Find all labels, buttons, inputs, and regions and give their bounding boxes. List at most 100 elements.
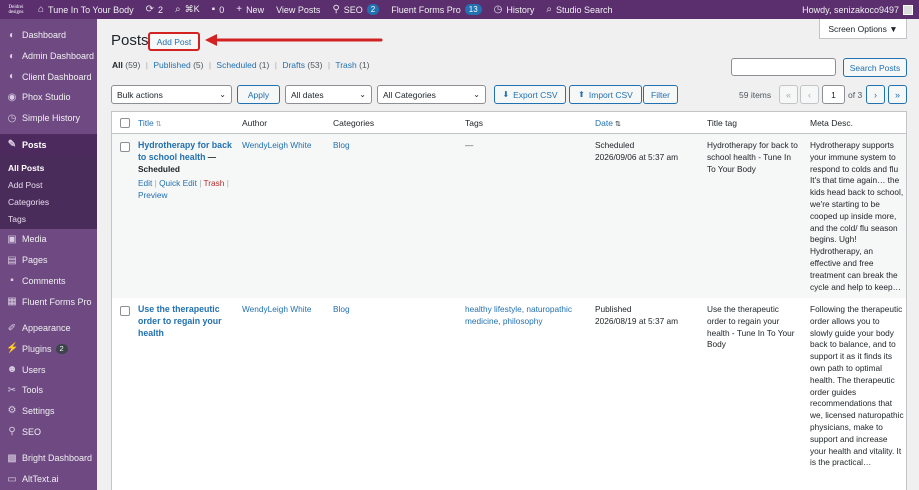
submenu-all-posts[interactable]: All Posts	[0, 159, 97, 176]
comments-link[interactable]: ▪ 0	[206, 0, 231, 19]
pages-icon: ▤	[7, 254, 17, 266]
account-menu[interactable]: Howdy, senizakoco9497	[796, 0, 919, 19]
filter-button[interactable]: Filter	[643, 85, 678, 104]
search-input[interactable]	[731, 58, 836, 76]
sort-icon: ⇅	[155, 121, 162, 128]
history-link[interactable]: ◷ History	[488, 0, 541, 19]
author-link[interactable]: WendyLeigh White	[242, 304, 330, 316]
export-csv-button[interactable]: ⬇ Export CSV	[494, 85, 566, 104]
filter-all[interactable]: All (59)	[112, 60, 140, 70]
edit-link[interactable]: Edit	[138, 178, 152, 188]
filter-trash[interactable]: Trash (1)	[335, 60, 369, 70]
sidebar-item-admin-dashboard[interactable]: ◐ Admin Dashboard	[0, 46, 97, 67]
sidebar-item-seo[interactable]: ⚲ SEO	[0, 421, 97, 442]
dashboard-icon: ◐	[8, 29, 16, 41]
next-page-button[interactable]: ›	[866, 85, 885, 104]
filter-drafts[interactable]: Drafts (53)	[282, 60, 322, 70]
post-status-filters: All (59) | Published (5) | Scheduled (1)…	[112, 60, 370, 70]
home-icon: ⌂	[38, 4, 45, 15]
media-icon: ▣	[7, 233, 17, 245]
column-categories: Categories	[333, 118, 375, 128]
site-logo[interactable]: Deidrei designs	[0, 0, 32, 19]
post-title-cell: Use the therapeutic order to regain your…	[138, 304, 233, 339]
settings-icon: ⚙	[7, 405, 17, 417]
filter-published[interactable]: Published (5)	[153, 60, 203, 70]
client-dashboard-icon: ◐	[8, 71, 16, 83]
dates-select[interactable]: All dates ⌄	[285, 85, 372, 104]
posts-submenu: All Posts Add Post Categories Tags	[0, 155, 97, 230]
search-posts-button[interactable]: Search Posts	[843, 58, 907, 77]
comments-icon: ▪	[10, 275, 14, 287]
fluent-forms-link[interactable]: Fluent Forms Pro 13	[385, 0, 487, 19]
row-checkbox[interactable]	[120, 142, 130, 152]
submenu-add-post[interactable]: Add Post	[0, 176, 97, 193]
prev-page-button[interactable]: ‹	[800, 85, 819, 104]
preview-link[interactable]: Preview	[138, 190, 168, 200]
sidebar-item-media[interactable]: ▣ Media	[0, 229, 97, 250]
author-link[interactable]: WendyLeigh White	[242, 140, 330, 152]
bulk-actions-select[interactable]: Bulk actions ⌄	[111, 85, 232, 104]
sidebar-item-simple-history[interactable]: ◷ Simple History	[0, 108, 97, 129]
sidebar-item-pages[interactable]: ▤ Pages	[0, 250, 97, 271]
last-page-button[interactable]: »	[888, 85, 907, 104]
sidebar-item-fluent-forms[interactable]: ▦ Fluent Forms Pro	[0, 291, 97, 312]
sidebar-item-users[interactable]: ☻ Users	[0, 359, 97, 380]
search-icon: ⌕	[546, 4, 553, 15]
sidebar-item-settings[interactable]: ⚙ Settings	[0, 401, 97, 422]
sidebar-item-comments[interactable]: ▪ Comments	[0, 271, 97, 292]
sidebar-item-posts[interactable]: ✎ Posts	[0, 134, 97, 156]
submenu-tags[interactable]: Tags	[0, 210, 97, 227]
submenu-categories[interactable]: Categories	[0, 193, 97, 210]
seo-link[interactable]: ⚲ SEO 2	[326, 0, 385, 19]
sidebar-item-alttext[interactable]: ▭ AltText.ai	[0, 469, 97, 490]
apply-button[interactable]: Apply	[237, 85, 280, 104]
date-value: 2026/08/19 at 5:37 am	[595, 315, 679, 326]
current-page-input[interactable]: 1	[822, 85, 845, 104]
sidebar-item-bright-dashboard[interactable]: ▩ Bright Dashboard	[0, 448, 97, 469]
plus-icon: +	[236, 4, 243, 15]
sidebar-item-plugins[interactable]: ⚡ Plugins 2	[0, 339, 97, 360]
new-content-link[interactable]: + New	[230, 0, 270, 19]
quick-edit-link[interactable]: Quick Edit	[159, 178, 197, 188]
tags-cell[interactable]: healthy lifestyle, naturopathic medicine…	[465, 304, 583, 328]
total-pages: of 3	[848, 90, 863, 100]
clock-icon: ◷	[493, 4, 503, 15]
row-checkbox[interactable]	[120, 306, 130, 316]
add-post-button[interactable]: Add Post	[148, 32, 200, 51]
view-posts-link[interactable]: View Posts	[270, 0, 326, 19]
sidebar-item-dashboard[interactable]: ◐ Dashboard	[0, 25, 97, 46]
meta-desc-cell: Hydrotherapy supports your immune system…	[810, 140, 904, 292]
select-all-checkbox[interactable]	[120, 118, 130, 128]
table-row: Use the therapeutic order to regain your…	[112, 298, 906, 490]
sidebar-item-appearance[interactable]: ✐ Appearance	[0, 318, 97, 339]
filter-scheduled[interactable]: Scheduled (1)	[216, 60, 269, 70]
annotation-arrow	[205, 34, 383, 46]
sidebar-item-tools[interactable]: ✂ Tools	[0, 380, 97, 401]
trash-link[interactable]: Trash	[204, 178, 225, 188]
studio-search-link[interactable]: ⌕ Studio Search	[540, 0, 618, 19]
title-tag-cell: Hydrotherapy for back to school health -…	[707, 140, 798, 174]
updates-link[interactable]: ⟳ 2	[140, 0, 169, 19]
post-title-link[interactable]: Hydrotherapy for back to school health	[138, 140, 232, 162]
categories-select[interactable]: All Categories ⌄	[377, 85, 486, 104]
plugins-badge: 2	[55, 343, 68, 354]
site-name-link[interactable]: ⌂ Tune In To Your Body	[32, 0, 140, 19]
date-status: Published	[595, 304, 632, 314]
screen-options-button[interactable]: Screen Options ▼	[819, 19, 907, 39]
first-page-button[interactable]: «	[779, 85, 798, 104]
category-link[interactable]: Blog	[333, 140, 458, 152]
category-link[interactable]: Blog	[333, 304, 458, 316]
post-title-link[interactable]: Use the therapeutic order to regain your…	[138, 304, 222, 338]
column-meta-desc: Meta Desc.	[810, 118, 853, 128]
command-search[interactable]: ⌕ ⌘K	[169, 0, 206, 19]
sidebar-item-client-dashboard[interactable]: ◐ Client Dashboard	[0, 66, 97, 87]
main-content: Screen Options ▼ Posts Add Post All (59)…	[97, 19, 919, 490]
users-icon: ☻	[6, 364, 18, 376]
import-csv-button[interactable]: ⬆ Import CSV	[569, 85, 642, 104]
column-tags: Tags	[465, 118, 483, 128]
fluent-badge: 13	[464, 4, 482, 15]
column-date[interactable]: Date ⇅	[595, 118, 621, 128]
sidebar-item-phox-studio[interactable]: ◉ Phox Studio	[0, 87, 97, 108]
column-title[interactable]: Title ⇅	[138, 118, 162, 128]
date-status: Scheduled	[595, 140, 635, 150]
